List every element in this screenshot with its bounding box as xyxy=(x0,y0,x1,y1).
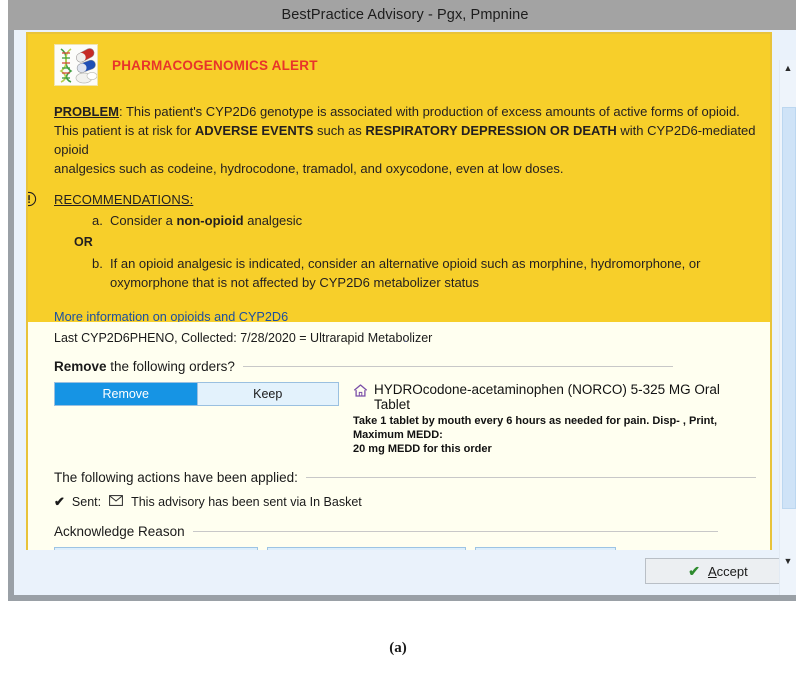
recommendation-a-text: Consider a non-opioid analgesic xyxy=(110,211,756,230)
last-lab-text: Last CYP2D6PHENO, Collected: 7/28/2020 =… xyxy=(54,331,432,345)
vertical-scrollbar[interactable]: ▲ ▼ xyxy=(779,60,796,595)
problem-respiratory-depression: RESPIRATORY DEPRESSION OR DEATH xyxy=(365,123,616,138)
recommendation-a-pre: Consider a xyxy=(110,213,176,228)
recommendation-b-line1: If an opioid analgesic is indicated, con… xyxy=(110,256,700,271)
sent-text: This advisory has been sent via In Baske… xyxy=(131,495,362,509)
recommendation-a-bold: non-opioid xyxy=(176,213,243,228)
remove-button[interactable]: Remove xyxy=(55,383,197,405)
problem-paragraph: PROBLEM: This patient's CYP2D6 genotype … xyxy=(54,102,756,178)
accept-label: Accept xyxy=(708,564,748,579)
order-sig-line2: 20 mg MEDD for this order xyxy=(353,443,492,455)
recommendations-block: RECOMMENDATIONS: a. Consider a non-opioi… xyxy=(54,192,756,292)
keep-button[interactable]: Keep xyxy=(197,383,339,405)
recommendation-b-marker: b. xyxy=(92,254,110,292)
order-name: HYDROcodone-acetaminophen (NORCO) 5-325 … xyxy=(374,382,756,412)
window-footer: ✔ Accept xyxy=(14,550,796,595)
alert-header: PHARMACOGENOMICS ALERT xyxy=(54,42,756,86)
order-sig: Take 1 tablet by mouth every 6 hours as … xyxy=(353,414,756,456)
remove-orders-heading-text: Remove the following orders? xyxy=(54,359,235,374)
pharmacogenomics-dna-pills-icon xyxy=(54,44,98,86)
accept-check-icon: ✔ xyxy=(688,563,700,580)
problem-line1: : This patient's CYP2D6 genotype is asso… xyxy=(119,104,740,119)
lab-trailing-mark: . xyxy=(404,331,407,345)
advisory-banner: PHARMACOGENOMICS ALERT PROBLEM: This pat… xyxy=(28,34,770,322)
problem-adverse-events: ADVERSE EVENTS xyxy=(195,123,313,138)
remove-keep-toggle[interactable]: Remove Keep xyxy=(54,382,339,406)
recommendation-a-post: analgesic xyxy=(244,213,303,228)
acknowledge-reason-divider xyxy=(193,531,718,532)
problem-label: PROBLEM xyxy=(54,104,119,119)
order-details: HYDROcodone-acetaminophen (NORCO) 5-325 … xyxy=(353,382,756,456)
accept-button[interactable]: ✔ Accept xyxy=(645,558,791,584)
recommendation-b-text: If an opioid analgesic is indicated, con… xyxy=(110,254,756,292)
figure-panel-a: BestPractice Advisory - Pgx, Pmpnine xyxy=(0,0,796,674)
applied-actions-heading-text: The following actions have been applied: xyxy=(54,470,298,485)
scroll-up-arrow-icon[interactable]: ▲ xyxy=(780,60,796,76)
acknowledge-reason-heading: Acknowledge Reason xyxy=(54,524,756,539)
remove-orders-divider xyxy=(243,366,673,367)
figure-caption: (a) xyxy=(0,640,796,657)
recommendations-list: a. Consider a non-opioid analgesic OR b.… xyxy=(54,211,756,292)
recommendation-or-label: OR xyxy=(74,233,756,252)
window-title: BestPractice Advisory - Pgx, Pmpnine xyxy=(282,7,529,23)
last-lab-result: Last CYP2D6PHENO, Collected: 7/28/2020 =… xyxy=(54,322,756,345)
bestpractice-advisory-window: BestPractice Advisory - Pgx, Pmpnine xyxy=(8,0,796,601)
scroll-down-arrow-icon[interactable]: ▼ xyxy=(780,553,796,569)
remove-orders-heading-bold: Remove xyxy=(54,359,107,374)
order-sig-line1: Take 1 tablet by mouth every 6 hours as … xyxy=(353,415,717,441)
problem-line2-c: such as xyxy=(313,123,365,138)
home-medication-icon xyxy=(353,383,368,401)
order-row: Remove Keep xyxy=(54,382,756,456)
window-client-area: PHARMACOGENOMICS ALERT PROBLEM: This pat… xyxy=(14,30,796,595)
order-name-row: HYDROcodone-acetaminophen (NORCO) 5-325 … xyxy=(353,382,756,412)
applied-action-item: ✔ Sent: This advisory has been sent via … xyxy=(54,494,756,510)
recommendation-item-a: a. Consider a non-opioid analgesic xyxy=(92,211,756,230)
exclamation-circle-icon xyxy=(26,191,37,207)
check-icon: ✔ xyxy=(54,494,65,510)
recommendation-a-marker: a. xyxy=(92,211,110,230)
remove-orders-heading: Remove the following orders? xyxy=(54,359,756,374)
alert-title: PHARMACOGENOMICS ALERT xyxy=(112,58,318,73)
scrollbar-thumb[interactable] xyxy=(782,107,796,509)
recommendation-item-b: b. If an opioid analgesic is indicated, … xyxy=(92,254,756,292)
envelope-icon xyxy=(109,495,123,509)
recommendation-b-line2: oxymorphone that is not affected by CYP2… xyxy=(110,275,479,290)
accept-accesskey: A xyxy=(708,564,717,579)
recommendations-heading: RECOMMENDATIONS: xyxy=(54,192,756,207)
problem-line2-a: This patient is at risk for xyxy=(54,123,195,138)
applied-actions-divider xyxy=(306,477,756,478)
applied-actions-heading: The following actions have been applied: xyxy=(54,470,756,485)
remove-orders-heading-rest: the following orders? xyxy=(107,359,235,374)
window-titlebar: BestPractice Advisory - Pgx, Pmpnine xyxy=(8,0,796,30)
advisory-body: Last CYP2D6PHENO, Collected: 7/28/2020 =… xyxy=(28,322,770,552)
sent-label: Sent: xyxy=(72,495,101,509)
advisory-card: PHARMACOGENOMICS ALERT PROBLEM: This pat… xyxy=(26,32,772,554)
acknowledge-reason-heading-text: Acknowledge Reason xyxy=(54,524,185,539)
problem-line3: analgesics such as codeine, hydrocodone,… xyxy=(54,161,564,176)
accept-label-rest: ccept xyxy=(717,564,748,579)
